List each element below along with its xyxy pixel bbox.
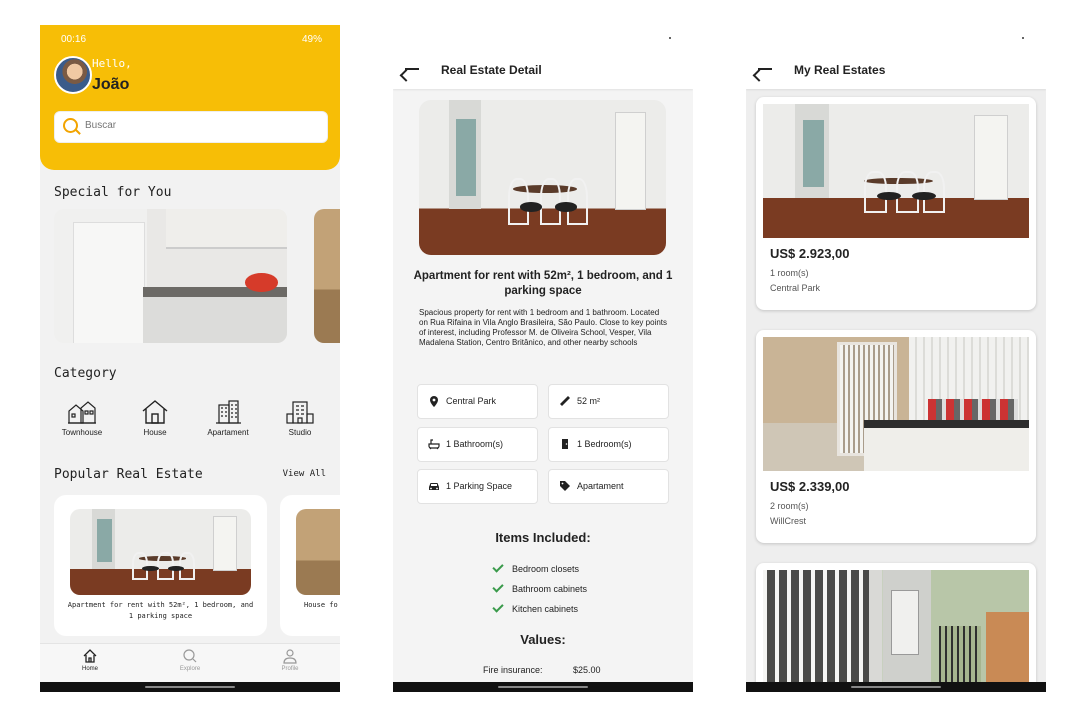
back-arrow-icon[interactable] <box>758 68 772 70</box>
tag-icon <box>560 481 570 491</box>
check-icon <box>492 561 504 573</box>
popular-title: Popular Real Estate <box>54 467 203 482</box>
back-arrow-icon[interactable] <box>405 68 419 70</box>
category-label: Townhouse <box>61 428 103 437</box>
search-bar[interactable] <box>54 111 328 143</box>
car-icon <box>429 483 439 490</box>
popular-card[interactable]: Apartment for rent with 52m², 1 bedroom,… <box>54 495 267 636</box>
app-bar: My Real Estates <box>746 25 1046 89</box>
property-photo <box>296 509 340 595</box>
search-input[interactable] <box>83 119 317 132</box>
popular-card-caption: House fo <box>304 601 338 609</box>
view-all-link[interactable]: View All <box>283 469 326 479</box>
feature-area: 52 m² <box>548 384 669 419</box>
value-amount: $25.00 <box>573 665 601 675</box>
search-icon <box>183 649 197 663</box>
value-label: Fire insurance: <box>483 665 543 675</box>
home-icon <box>83 649 97 663</box>
check-icon <box>492 581 504 593</box>
location-pin-icon <box>430 396 438 407</box>
category-label: House <box>143 428 167 437</box>
greeting: Hello, <box>92 57 132 70</box>
property-photo <box>70 509 251 595</box>
app-bar: Real Estate Detail <box>393 25 693 89</box>
door-icon <box>562 439 568 449</box>
house-icon <box>142 400 168 424</box>
category-label: Studio <box>288 428 312 437</box>
check-icon <box>492 601 504 613</box>
feature-label: 1 Parking Space <box>446 481 513 491</box>
listing-price: US$ 2.339,00 <box>770 479 850 494</box>
user-icon <box>283 649 297 664</box>
home-header: 00:16 49% Hello, João <box>40 25 340 170</box>
page-title: Real Estate Detail <box>441 63 542 77</box>
nav-explore[interactable]: Explore <box>160 648 220 672</box>
apartment-building-icon <box>216 400 241 424</box>
user-name: João <box>92 76 130 93</box>
property-photo <box>763 337 1029 471</box>
listing-card[interactable]: US$ 2.923,00 1 room(s) Central Park <box>756 97 1036 310</box>
listing-rooms: 2 room(s) <box>770 501 809 511</box>
listing-price: US$ 2.923,00 <box>770 246 850 261</box>
system-nav-bar <box>393 682 693 692</box>
category-house[interactable]: House <box>124 399 186 437</box>
listing-rooms: 1 room(s) <box>770 268 809 278</box>
included-item: Bedroom closets <box>492 561 579 574</box>
category-label: Apartament <box>207 428 249 437</box>
system-nav-bar <box>746 682 1046 692</box>
home-screen: 00:16 49% Hello, João Special for You Ca… <box>40 25 340 692</box>
special-title: Special for You <box>54 185 172 200</box>
status-time: 00:16 <box>61 34 87 45</box>
property-photo <box>763 104 1029 238</box>
property-photo <box>419 100 666 255</box>
feature-bedroom: 1 Bedroom(s) <box>548 427 669 462</box>
townhouse-icon <box>68 401 96 424</box>
feature-label: Central Park <box>446 396 497 406</box>
category-townhouse[interactable]: Townhouse <box>51 399 113 437</box>
property-description: Spacious property for rent with 1 bedroo… <box>419 308 667 347</box>
listing-location: WillCrest <box>770 516 806 526</box>
listing-location: Central Park <box>770 283 821 293</box>
page-title: My Real Estates <box>794 63 886 77</box>
feature-label: 52 m² <box>577 396 601 406</box>
studio-icon <box>286 401 314 424</box>
nav-profile-label: Profile <box>281 666 299 672</box>
status-battery: 49% <box>301 34 322 45</box>
category-apartment[interactable]: Apartament <box>197 399 259 437</box>
feature-bathroom: 1 Bathroom(s) <box>417 427 538 462</box>
included-item: Bathroom cabinets <box>492 581 587 594</box>
nav-home-label: Home <box>81 666 98 672</box>
property-photo <box>763 570 1029 692</box>
nav-profile[interactable]: Profile <box>260 648 320 672</box>
special-card[interactable] <box>314 209 340 343</box>
ruler-icon <box>560 396 570 406</box>
nav-home[interactable]: Home <box>60 648 120 672</box>
feature-label: Apartament <box>577 481 624 491</box>
listing-card[interactable] <box>756 563 1036 692</box>
feature-location: Central Park <box>417 384 538 419</box>
bottom-nav: Home Explore Profile <box>40 643 340 682</box>
feature-label: 1 Bedroom(s) <box>577 439 632 449</box>
my-real-estates-screen: My Real Estates US$ 2.923,00 1 room(s) C… <box>746 25 1046 692</box>
property-heading: Apartment for rent with 52m², 1 bedroom,… <box>413 270 673 297</box>
included-item: Kitchen cabinets <box>492 601 578 614</box>
popular-card-caption: Apartment for rent with 52m², 1 bedroom,… <box>67 601 254 620</box>
bathtub-icon <box>428 439 440 450</box>
feature-parking: 1 Parking Space <box>417 469 538 504</box>
avatar[interactable] <box>54 56 92 94</box>
category-title: Category <box>54 366 117 381</box>
detail-screen: Real Estate Detail Apartment for rent wi… <box>393 25 693 692</box>
popular-card[interactable]: House fo <box>280 495 340 636</box>
values-title: Values: <box>520 632 566 647</box>
nav-explore-label: Explore <box>179 666 201 672</box>
items-included-title: Items Included: <box>495 530 591 545</box>
system-nav-bar <box>40 682 340 692</box>
feature-label: 1 Bathroom(s) <box>446 439 504 449</box>
listing-card[interactable]: US$ 2.339,00 2 room(s) WillCrest <box>756 330 1036 543</box>
feature-type: Apartament <box>548 469 669 504</box>
search-icon <box>63 118 78 133</box>
category-studio[interactable]: Studio <box>269 399 331 437</box>
special-card[interactable] <box>54 209 287 343</box>
